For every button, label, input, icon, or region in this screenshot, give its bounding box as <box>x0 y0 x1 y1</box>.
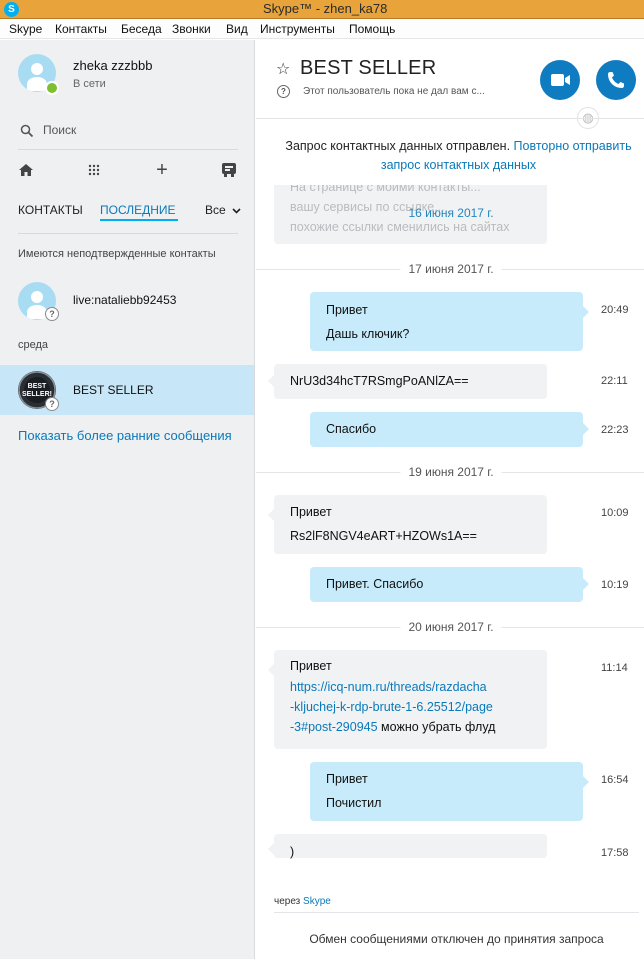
chat-title[interactable]: BEST SELLER <box>300 57 436 80</box>
message-list[interactable]: На странице с моими контакты... вашу сер… <box>256 185 644 890</box>
chat-subtitle: Этот пользователь пока не дал вам с... <box>303 86 485 97</box>
message-time: 17:58 <box>601 847 629 859</box>
search-icon <box>20 124 34 138</box>
message-text: Спасибо <box>326 422 377 436</box>
contact-request-banner: Запрос контактных данных отправлен. Повт… <box>276 137 641 175</box>
footer-divider <box>274 912 639 913</box>
contact-name[interactable]: live:nataliebb92453 <box>73 293 176 307</box>
message-time: 10:09 <box>601 507 629 519</box>
filter-label: Все <box>205 203 226 217</box>
audio-call-button[interactable] <box>596 60 636 100</box>
message-text: Привет <box>290 659 332 673</box>
message-bubble-incoming[interactable]: Привет https://icq-num.ru/threads/razdac… <box>268 650 547 749</box>
message-time: 11:14 <box>601 662 628 674</box>
message-bubble-incoming[interactable]: ) <box>268 834 547 859</box>
svg-text:SELLER!: SELLER! <box>22 391 52 398</box>
chevron-down-icon <box>232 208 241 214</box>
profile-status[interactable]: В сети <box>73 78 106 90</box>
message-bubble-incoming[interactable]: NrU3d34hcT7RSmgPoANlZA== <box>268 364 547 399</box>
search-input[interactable] <box>43 123 223 137</box>
message-text: Привет <box>290 505 332 519</box>
pending-status-icon: ? <box>45 397 59 411</box>
pending-status-icon: ? <box>45 307 59 321</box>
online-status-icon <box>45 81 59 95</box>
message-text: можно убрать флуд <box>377 720 496 734</box>
divider <box>18 233 238 234</box>
message-bubble-outgoing[interactable]: Привет Дашь ключик? <box>310 292 589 351</box>
message-time: 16:54 <box>601 774 629 786</box>
message-link[interactable]: -3#post-290945 <box>290 720 378 734</box>
contacts-book-icon[interactable] <box>219 160 239 180</box>
svg-text:BEST: BEST <box>28 383 47 390</box>
message-text: Почистил <box>326 796 382 810</box>
message-time: 22:23 <box>601 424 629 436</box>
message-text: NrU3d34hcT7RSmgPoANlZA== <box>290 374 469 388</box>
message-text: ) <box>290 845 295 859</box>
add-icon[interactable]: + <box>152 160 172 180</box>
dialpad-icon[interactable] <box>84 160 104 180</box>
via-prefix: через <box>274 896 301 907</box>
sent-via-label: через Skype <box>274 896 331 907</box>
menu-calls[interactable]: Звонки <box>172 22 211 36</box>
show-earlier-messages-link[interactable]: Показать более ранние сообщения <box>18 428 232 443</box>
header-divider <box>256 118 644 119</box>
message-text: Привет. Спасибо <box>326 577 424 591</box>
menu-conversation[interactable]: Беседа <box>121 22 162 36</box>
menu-bar: Skype Контакты Беседа Звонки Вид Инструм… <box>0 19 644 39</box>
faded-message-text: На странице с моими контакты... <box>290 185 481 194</box>
message-text: Дашь ключик? <box>326 327 410 341</box>
message-text: Rs2lF8NGV4eART+HZOWs1A== <box>290 529 477 543</box>
menu-view[interactable]: Вид <box>226 22 248 36</box>
section-wednesday: среда <box>18 339 49 351</box>
message-bubble-incoming[interactable]: Привет Rs2lF8NGV4eART+HZOWs1A== <box>268 495 547 554</box>
menu-help[interactable]: Помощь <box>349 22 395 36</box>
video-call-button[interactable] <box>540 60 580 100</box>
via-skype-link[interactable]: Skype <box>303 896 331 907</box>
messaging-disabled-notice: Обмен сообщениями отключен до принятия з… <box>309 932 604 946</box>
window-title: Skype™ - zhen_ka78 <box>263 1 388 16</box>
message-bubble-outgoing[interactable]: Привет. Спасибо <box>310 567 589 602</box>
message-link[interactable]: -kljuchej-k-rdp-brute-1-6.25512/page <box>290 697 531 717</box>
info-icon: ? <box>277 85 290 98</box>
star-icon[interactable]: ☆ <box>276 59 290 79</box>
menu-tools[interactable]: Инструменты <box>260 22 335 36</box>
message-link[interactable]: https://icq-num.ru/threads/razdacha <box>290 677 531 697</box>
contact-name[interactable]: BEST SELLER <box>73 383 153 397</box>
message-bubble-outgoing[interactable]: Привет Почистил <box>310 762 589 821</box>
date-separator-label: 16 июня 2017 г. <box>408 206 494 220</box>
faded-message-text: похожие ссылки сменились на сайтах <box>290 220 510 234</box>
request-sent-text: Запрос контактных данных отправлен. <box>285 139 511 153</box>
profile-name[interactable]: zheka zzzbbb <box>73 58 153 73</box>
skype-logo-icon: S <box>4 2 19 17</box>
date-separator-label: 19 июня 2017 г. <box>400 465 502 479</box>
tab-contacts[interactable]: КОНТАКТЫ <box>18 203 83 217</box>
section-unconfirmed: Имеются неподтвержденные контакты <box>18 248 216 260</box>
home-icon[interactable] <box>16 160 36 180</box>
menu-skype[interactable]: Skype <box>9 22 42 36</box>
filter-dropdown[interactable]: Все <box>205 203 241 217</box>
message-text: Привет <box>326 303 368 317</box>
tab-recent-indicator <box>100 219 178 221</box>
video-camera-icon <box>551 74 570 86</box>
date-separator-label: 20 июня 2017 г. <box>400 620 502 634</box>
date-separator-label: 17 июня 2017 г. <box>400 262 502 276</box>
message-text: Привет <box>326 772 368 786</box>
window-title-bar[interactable]: S Skype™ - zhen_ka78 <box>0 0 644 19</box>
message-time: 20:49 <box>601 304 629 316</box>
message-time: 22:11 <box>601 375 628 387</box>
message-bubble-outgoing[interactable]: Спасибо <box>310 412 589 447</box>
menu-contacts[interactable]: Контакты <box>55 22 107 36</box>
sidebar <box>0 40 255 959</box>
phone-icon <box>608 72 624 88</box>
divider <box>18 149 238 150</box>
message-time: 10:19 <box>601 579 629 591</box>
tab-recent[interactable]: ПОСЛЕДНИЕ <box>100 203 176 217</box>
search-box[interactable] <box>18 121 238 143</box>
